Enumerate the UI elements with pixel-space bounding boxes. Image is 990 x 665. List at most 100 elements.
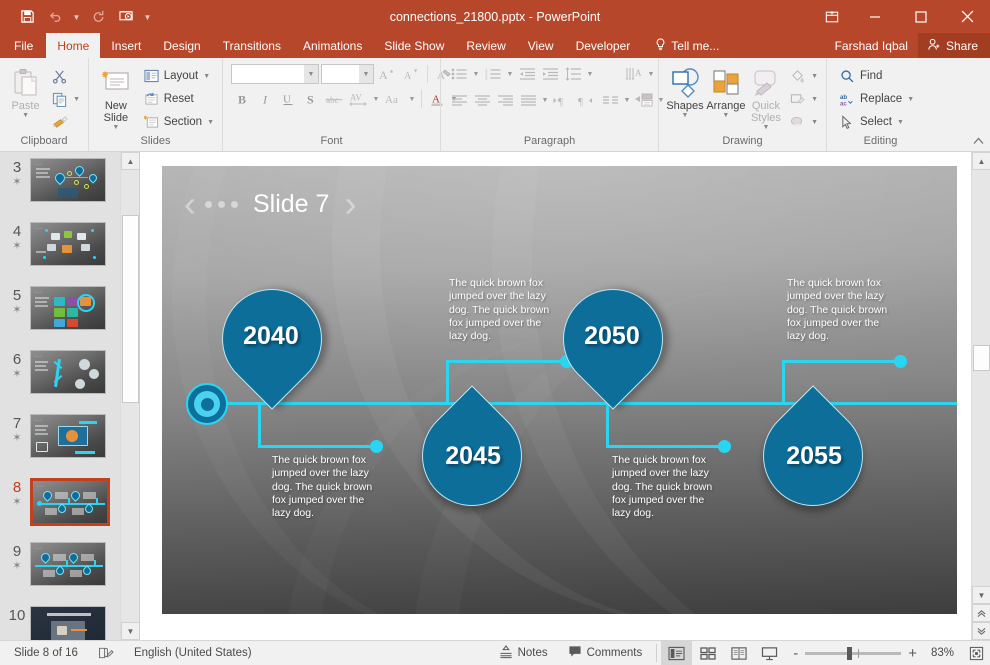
align-center-icon[interactable]	[471, 89, 493, 111]
slide-thumbnail-7[interactable]: 7 ✶ ‹ ⋯ ›	[0, 414, 120, 478]
section-dropdown-icon[interactable]: ▼	[207, 119, 214, 126]
rtl-icon[interactable]: ¶	[575, 89, 598, 111]
tab-transitions[interactable]: Transitions	[212, 33, 292, 58]
copy-button[interactable]: ▼	[47, 88, 84, 110]
undo-icon[interactable]	[42, 5, 68, 29]
spell-check-icon[interactable]	[88, 641, 124, 665]
reset-button[interactable]: Reset	[139, 88, 218, 110]
text-direction-icon[interactable]: A	[623, 63, 645, 85]
language-indicator[interactable]: English (United States)	[124, 641, 262, 665]
shape-outline-dropdown-icon[interactable]: ▼	[811, 96, 818, 103]
copy-dropdown-icon[interactable]: ▼	[73, 96, 80, 103]
redo-icon[interactable]	[85, 5, 111, 29]
columns-dropdown-icon[interactable]: ▼	[622, 97, 632, 104]
bold-icon[interactable]: B	[231, 88, 253, 110]
previous-slide-button[interactable]	[972, 604, 990, 622]
tab-view[interactable]: View	[517, 33, 565, 58]
thumbnail-scroll-up-button[interactable]: ▲	[121, 152, 139, 170]
slide-thumbnail-8[interactable]: 8 ✶ ‹ ⋯ ›	[0, 478, 120, 542]
slideshow-button[interactable]	[754, 641, 785, 665]
presentation-icon[interactable]	[113, 5, 139, 29]
layout-dropdown-icon[interactable]: ▼	[203, 73, 210, 80]
slide-thumbnail-6[interactable]: 6 ✶ ‹ ⋯ ›	[0, 350, 120, 414]
slide-sorter-button[interactable]	[692, 641, 723, 665]
comments-button[interactable]: Comments	[558, 641, 653, 665]
customize-qat-icon[interactable]: ▼	[141, 5, 154, 29]
find-button[interactable]: Find	[835, 65, 918, 87]
section-button[interactable]: Section ▼	[139, 111, 218, 133]
smartart-icon[interactable]	[633, 89, 655, 111]
zoom-level-label[interactable]: 83%	[924, 647, 954, 659]
decrease-font-icon[interactable]: A	[400, 63, 422, 85]
text-direction-dropdown-icon[interactable]: ▼	[646, 71, 656, 78]
bullets-dropdown-icon[interactable]: ▼	[471, 71, 481, 78]
ribbon-options-icon[interactable]	[812, 0, 852, 33]
line-spacing-icon[interactable]	[562, 63, 584, 85]
tab-insert[interactable]: Insert	[100, 33, 152, 58]
bullets-icon[interactable]	[448, 63, 470, 85]
increase-indent-icon[interactable]	[539, 63, 561, 85]
slide-scroll-down-button[interactable]: ▼	[972, 586, 990, 604]
user-account-name[interactable]: Farshad Iqbal	[825, 33, 918, 58]
decrease-indent-icon[interactable]	[516, 63, 538, 85]
align-left-icon[interactable]	[448, 89, 470, 111]
shapes-button[interactable]: Shapes ▼	[665, 63, 705, 119]
line-spacing-dropdown-icon[interactable]: ▼	[585, 71, 595, 78]
ltr-icon[interactable]: ¶	[551, 89, 574, 111]
slide-thumbnail-3[interactable]: 3 ✶ ‹ ⋯ ›	[0, 158, 120, 222]
thumbnail-scroll-track[interactable]	[121, 170, 139, 622]
slide-thumbnail-5[interactable]: 5 ✶ ‹ ⋯ ›	[0, 286, 120, 350]
select-button[interactable]: Select ▼	[835, 111, 918, 133]
numbering-dropdown-icon[interactable]: ▼	[505, 71, 515, 78]
character-spacing-dropdown-icon[interactable]: ▼	[371, 96, 381, 103]
close-icon[interactable]	[944, 0, 990, 33]
font-name-dropdown-icon[interactable]: ▼	[304, 65, 318, 83]
slide-thumbnail-10[interactable]: 10	[0, 606, 120, 640]
shape-effects-dropdown-icon[interactable]: ▼	[811, 119, 818, 126]
chevron-right-icon[interactable]: ›	[344, 186, 356, 222]
shape-fill-button[interactable]: ▼	[785, 65, 822, 87]
tab-file[interactable]: File	[0, 33, 46, 58]
format-painter-button[interactable]	[47, 111, 84, 133]
character-spacing-icon[interactable]: AV	[347, 88, 370, 110]
thumbnail-scroll-thumb[interactable]	[122, 215, 139, 403]
justify-icon[interactable]	[517, 89, 539, 111]
paste-button[interactable]: Paste ▼	[4, 63, 47, 119]
milestone-text-2055[interactable]: The quick brown fox jumped over the lazy…	[612, 454, 716, 520]
arrange-dropdown-icon[interactable]: ▼	[722, 112, 729, 119]
zoom-in-button[interactable]: +	[908, 645, 917, 662]
tab-animations[interactable]: Animations	[292, 33, 373, 58]
reading-view-button[interactable]	[723, 641, 754, 665]
shape-outline-button[interactable]: ▼	[785, 88, 822, 110]
align-right-icon[interactable]	[494, 89, 516, 111]
milestone-text-2050[interactable]: The quick brown fox jumped over the lazy…	[449, 277, 553, 343]
font-name-input[interactable]: ▼	[231, 64, 319, 84]
minimize-icon[interactable]	[852, 0, 898, 33]
increase-font-icon[interactable]: A	[376, 63, 398, 85]
slide-canvas[interactable]: ‹ Slide 7 › 2040 2045 2050 2055 The quic…	[162, 166, 957, 614]
change-case-icon[interactable]: Aa	[382, 88, 406, 110]
milestone-text-right[interactable]: The quick brown fox jumped over the lazy…	[787, 277, 891, 343]
tab-developer[interactable]: Developer	[565, 33, 642, 58]
change-case-dropdown-icon[interactable]: ▼	[407, 96, 417, 103]
slide-scroll-up-button[interactable]: ▲	[972, 152, 990, 170]
slide-scroll-track[interactable]	[972, 170, 990, 586]
tab-slide-show[interactable]: Slide Show	[373, 33, 455, 58]
milestone-text-2045[interactable]: The quick brown fox jumped over the lazy…	[272, 454, 376, 520]
underline-icon[interactable]: U	[277, 88, 299, 110]
tab-home[interactable]: Home	[46, 33, 101, 58]
shape-effects-button[interactable]: ▼	[785, 111, 822, 133]
italic-icon[interactable]: I	[254, 88, 276, 110]
new-slide-dropdown-icon[interactable]: ▼	[112, 124, 119, 131]
zoom-slider[interactable]	[805, 646, 902, 660]
layout-button[interactable]: Layout ▼	[139, 65, 218, 87]
font-size-dropdown-icon[interactable]: ▼	[359, 65, 373, 83]
save-icon[interactable]	[14, 5, 40, 29]
next-slide-button[interactable]	[972, 622, 990, 640]
quick-styles-button[interactable]: Quick Styles ▼	[747, 63, 785, 131]
replace-dropdown-icon[interactable]: ▼	[907, 96, 914, 103]
shapes-dropdown-icon[interactable]: ▼	[682, 112, 689, 119]
thumbnail-scroll-down-button[interactable]: ▼	[121, 622, 139, 640]
slide-thumbnail-9[interactable]: 9 ✶ ‹ ⋯ ›	[0, 542, 120, 606]
share-button[interactable]: Share	[917, 33, 990, 58]
